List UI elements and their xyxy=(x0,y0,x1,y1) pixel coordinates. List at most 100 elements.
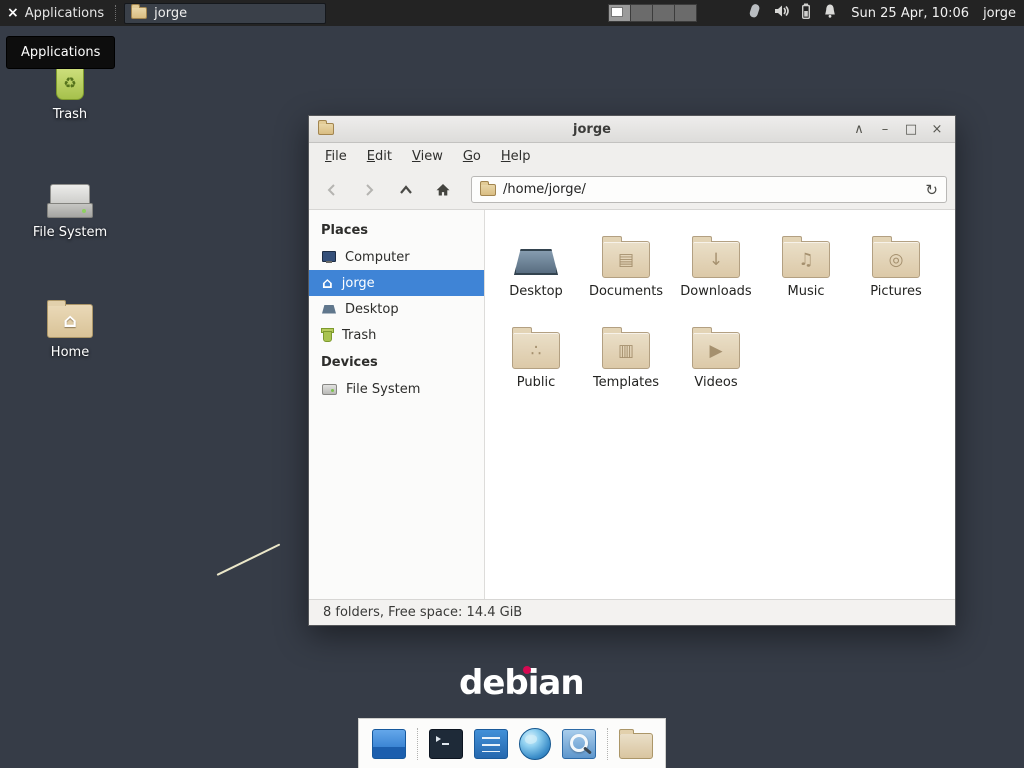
file-item-videos[interactable]: ▶ Videos xyxy=(671,315,761,390)
menubar: File Edit View Go Help xyxy=(309,143,955,170)
user-menu[interactable]: jorge xyxy=(983,6,1016,21)
sidebar-item-jorge[interactable]: ⌂ jorge xyxy=(309,270,484,296)
file-label: Templates xyxy=(593,375,659,390)
videos-folder-icon: ▶ xyxy=(692,315,740,369)
window-titlebar[interactable]: jorge ∧ – □ × xyxy=(309,116,955,143)
panel-right-area: Sun 25 Apr, 10:06 jorge xyxy=(609,3,1024,23)
clock[interactable]: Sun 25 Apr, 10:06 xyxy=(851,6,969,21)
taskbar-window-button[interactable]: jorge xyxy=(124,3,326,24)
web-browser-icon[interactable] xyxy=(519,728,551,760)
file-label: Music xyxy=(788,284,825,299)
file-item-pictures[interactable]: ◎ Pictures xyxy=(851,224,941,299)
top-panel: × Applications jorge Sun 25 Apr, 10:06 j… xyxy=(0,0,1024,26)
desktop-icon xyxy=(322,305,336,314)
window-folder-icon xyxy=(318,123,334,135)
sidebar-item-label: File System xyxy=(346,382,420,397)
app-finder-icon[interactable] xyxy=(562,729,596,759)
menu-edit[interactable]: Edit xyxy=(357,145,402,168)
debian-swirl-dot xyxy=(523,666,531,674)
refresh-icon[interactable]: ↻ xyxy=(925,181,938,199)
sidebar-item-desktop[interactable]: Desktop xyxy=(309,296,484,322)
battery-icon[interactable] xyxy=(801,3,811,23)
file-item-documents[interactable]: ▤ Documents xyxy=(581,224,671,299)
drive-icon xyxy=(26,172,114,218)
download-arrow-emblem-icon: ↓ xyxy=(693,242,739,277)
mouse-icon[interactable] xyxy=(747,3,762,23)
folder-icon xyxy=(131,7,147,19)
applications-menu-label: Applications xyxy=(25,6,104,21)
sidebar-item-label: Trash xyxy=(342,328,376,343)
cursor-trail-line xyxy=(217,543,281,575)
desktop-folder-icon xyxy=(514,224,558,278)
file-grid: Desktop ▤ Documents ↓ Downloads ♫ Music … xyxy=(485,210,955,599)
file-label: Public xyxy=(517,375,555,390)
sidebar-item-file-system[interactable]: File System xyxy=(309,376,484,402)
workspace-4[interactable] xyxy=(674,4,697,22)
shade-button[interactable]: ∧ xyxy=(850,122,868,137)
home-folder-icon: ⌂ xyxy=(26,292,114,338)
pictures-folder-icon: ◎ xyxy=(872,224,920,278)
template-emblem-icon: ▥ xyxy=(603,333,649,368)
music-note-emblem-icon: ♫ xyxy=(783,242,829,277)
menu-view[interactable]: View xyxy=(402,145,453,168)
trash-icon xyxy=(322,328,333,342)
file-item-music[interactable]: ♫ Music xyxy=(761,224,851,299)
desktop-icon-home[interactable]: ⌂ Home xyxy=(26,292,114,360)
xfce-logo-icon: × xyxy=(7,6,19,20)
file-item-desktop[interactable]: Desktop xyxy=(491,224,581,299)
file-item-downloads[interactable]: ↓ Downloads xyxy=(671,224,761,299)
window-controls: ∧ – □ × xyxy=(850,122,946,137)
menu-go[interactable]: Go xyxy=(453,145,491,168)
sidebar-item-trash[interactable]: Trash xyxy=(309,322,484,348)
home-button[interactable] xyxy=(428,176,458,204)
forward-button[interactable] xyxy=(354,176,384,204)
file-label: Documents xyxy=(589,284,663,299)
menu-help[interactable]: Help xyxy=(491,145,541,168)
file-label: Videos xyxy=(694,375,737,390)
applications-tooltip: Applications xyxy=(6,36,115,69)
recycle-icon: ♻ xyxy=(56,66,84,100)
folder-icon[interactable] xyxy=(619,733,653,759)
window-title: jorge xyxy=(342,122,842,137)
desktop-icon-label: Home xyxy=(26,345,114,360)
desktop-icon-label: Trash xyxy=(26,107,114,122)
bell-icon[interactable] xyxy=(822,3,838,23)
folder-icon xyxy=(480,184,496,196)
desktop-settings-icon[interactable] xyxy=(372,729,406,759)
sidebar-item-label: Desktop xyxy=(345,302,399,317)
sidebar-item-label: jorge xyxy=(342,276,375,291)
status-text: 8 folders, Free space: 14.4 GiB xyxy=(323,605,522,620)
panel-handle[interactable] xyxy=(115,5,116,21)
menu-file[interactable]: File xyxy=(315,145,357,168)
taskbar-window-label: jorge xyxy=(154,6,187,21)
downloads-folder-icon: ↓ xyxy=(692,224,740,278)
applications-menu-button[interactable]: × Applications xyxy=(0,0,113,26)
up-button[interactable] xyxy=(391,176,421,204)
file-item-public[interactable]: ∴ Public xyxy=(491,315,581,390)
minimize-button[interactable]: – xyxy=(876,122,894,137)
workspace-3[interactable] xyxy=(652,4,675,22)
desktop-icon-file-system[interactable]: File System xyxy=(26,172,114,240)
close-button[interactable]: × xyxy=(928,122,946,137)
music-folder-icon: ♫ xyxy=(782,224,830,278)
file-manager-window: jorge ∧ – □ × File Edit View Go Help /ho… xyxy=(308,115,956,626)
file-manager-icon[interactable] xyxy=(474,729,508,759)
workspace-2[interactable] xyxy=(630,4,653,22)
workspace-1[interactable] xyxy=(608,4,631,22)
workspace-pager xyxy=(609,4,697,22)
toolbar: /home/jorge/ ↻ xyxy=(309,170,955,210)
terminal-icon[interactable] xyxy=(429,729,463,759)
places-header: Places xyxy=(309,216,484,244)
volume-icon[interactable] xyxy=(773,3,790,23)
back-button[interactable] xyxy=(317,176,347,204)
statusbar: 8 folders, Free space: 14.4 GiB xyxy=(309,599,955,625)
devices-header: Devices xyxy=(309,348,484,376)
window-content: Places Computer ⌂ jorge Desktop Trash De… xyxy=(309,210,955,599)
sidebar-item-computer[interactable]: Computer xyxy=(309,244,484,270)
path-input[interactable]: /home/jorge/ ↻ xyxy=(471,176,947,203)
public-folder-icon: ∴ xyxy=(512,315,560,369)
drive-icon xyxy=(322,384,337,395)
house-icon: ⌂ xyxy=(48,305,92,337)
file-item-templates[interactable]: ▥ Templates xyxy=(581,315,671,390)
maximize-button[interactable]: □ xyxy=(902,122,920,137)
